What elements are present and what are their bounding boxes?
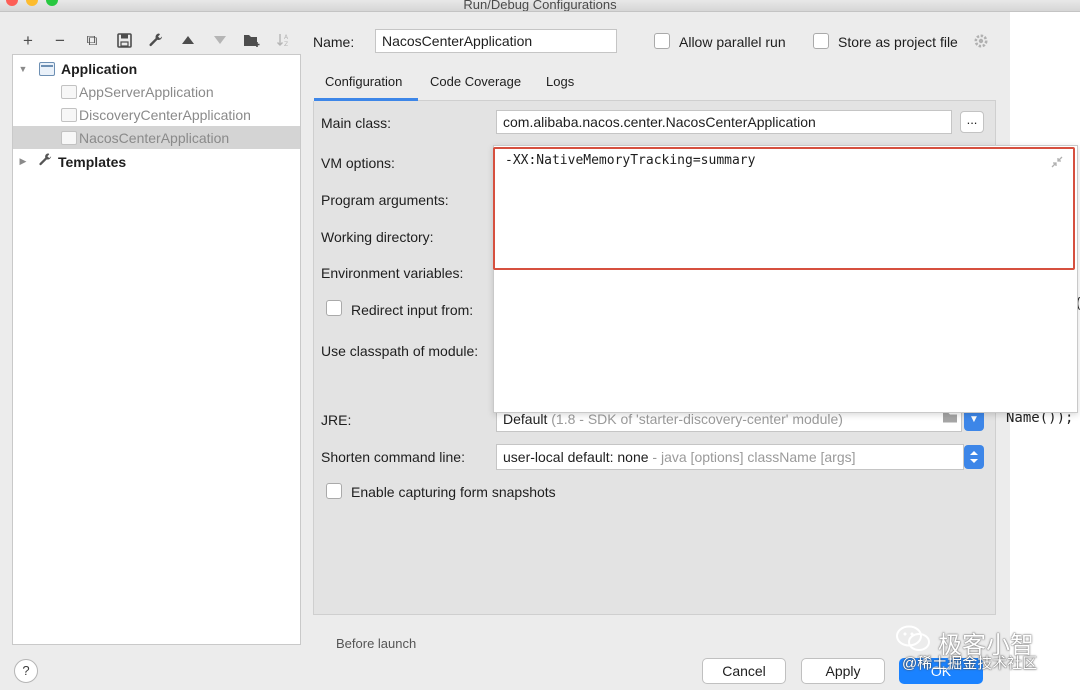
new-folder-button[interactable] [238,28,266,52]
main-class-input[interactable]: com.alibaba.nacos.center.NacosCenterAppl… [496,110,952,134]
move-down-button[interactable] [206,28,234,52]
arrow-up-icon [182,36,194,44]
apply-button[interactable]: Apply [801,658,885,684]
arrow-down-icon [214,36,226,44]
store-as-project-file-checkbox[interactable] [813,33,829,49]
annotation-highlight-box [493,147,1075,270]
tree-node-label: NacosCenterApplication [79,129,230,146]
application-icon [39,61,55,76]
shorten-command-line-select[interactable]: user-local default: none - java [options… [496,444,964,470]
config-toolbar: + − ⧉ AZ [14,28,298,52]
capture-snapshots-checkbox[interactable] [326,483,342,499]
cancel-button[interactable]: Cancel [702,658,786,684]
tab-configuration[interactable]: Configuration [325,74,402,89]
window-title: Run/Debug Configurations [463,0,617,12]
copy-configuration-button[interactable]: ⧉ [78,28,106,52]
save-icon [116,32,132,48]
expand-arrow-icon[interactable]: ▼ [17,63,29,75]
folder-icon[interactable] [942,411,958,427]
browse-main-class-button[interactable]: ... [960,111,984,133]
classpath-module-label: Use classpath of module: [321,343,479,359]
redirect-input-checkbox[interactable] [326,300,342,316]
application-config-icon [61,84,77,99]
tab-logs[interactable]: Logs [546,74,574,89]
configuration-tree[interactable]: ▼ Application AppServerApplication Disco… [12,54,301,645]
wrench-icon [149,33,162,47]
application-config-icon [61,130,77,145]
store-as-project-file-label: Store as project file [838,34,958,50]
name-input[interactable]: NacosCenterApplication [375,29,617,53]
title-bar: Run/Debug Configurations [0,0,1080,12]
tree-node-label: Templates [58,153,127,170]
tree-node-nacoscenterapplication[interactable]: NacosCenterApplication [13,126,300,149]
tree-node-templates[interactable]: ▶ Templates [13,150,300,173]
redirect-input-label: Redirect input from: [351,302,474,318]
tree-node-label: DiscoveryCenterApplication [79,106,251,123]
move-up-button[interactable] [174,28,202,52]
wrench-icon [37,152,53,171]
jre-value: Default [503,411,548,427]
sort-configurations-button[interactable]: AZ [270,28,298,52]
application-config-icon [61,107,77,122]
remove-configuration-button[interactable]: − [46,28,74,52]
plus-icon: + [23,30,33,50]
help-button[interactable]: ? [14,659,38,683]
save-configuration-button[interactable] [110,28,138,52]
environment-variables-label: Environment variables: [321,265,464,281]
folder-add-icon [244,34,260,47]
tab-code-coverage[interactable]: Code Coverage [430,74,521,89]
svg-text:A: A [284,34,289,41]
shorten-detail: - java [options] className [args] [648,449,856,465]
copy-icon: ⧉ [86,31,98,49]
wechat-icon [894,624,932,652]
allow-parallel-run-label: Allow parallel run [679,34,786,50]
name-label: Name: [313,34,355,50]
shorten-dropdown-button[interactable] [964,445,984,469]
gear-icon[interactable] [972,32,990,55]
tree-node-label: AppServerApplication [79,83,214,100]
chevron-down-icon: ▼ [969,413,979,425]
watermark-subtitle: @稀土掘金技术社区 [902,655,1038,672]
shorten-value: user-local default: none [503,449,649,465]
allow-parallel-run-checkbox[interactable] [654,33,670,49]
working-directory-label: Working directory: [321,229,434,245]
sort-icon: AZ [277,34,289,48]
minus-icon: − [55,30,65,50]
svg-text:Z: Z [284,41,288,48]
chevron-updown-icon [970,451,978,463]
before-launch-label: Before launch [336,636,417,651]
collapse-arrow-icon[interactable]: ▶ [17,156,29,168]
main-class-label: Main class: [321,115,392,131]
shorten-command-line-label: Shorten command line: [321,449,465,465]
capture-snapshots-label: Enable capturing form snapshots [351,484,556,500]
tree-node-label: Application [61,60,138,77]
vm-options-label: VM options: [321,155,395,171]
edit-defaults-button[interactable] [142,28,170,52]
jre-detail: (1.8 - SDK of 'starter-discovery-center'… [551,411,843,427]
jre-label: JRE: [321,412,352,428]
tree-node-discoverycenterapplication[interactable]: DiscoveryCenterApplication [13,103,300,126]
program-arguments-label: Program arguments: [321,192,449,208]
add-configuration-button[interactable]: + [14,28,42,52]
tree-node-appserverapplication[interactable]: AppServerApplication [13,80,300,103]
tree-node-application[interactable]: ▼ Application [13,57,300,80]
